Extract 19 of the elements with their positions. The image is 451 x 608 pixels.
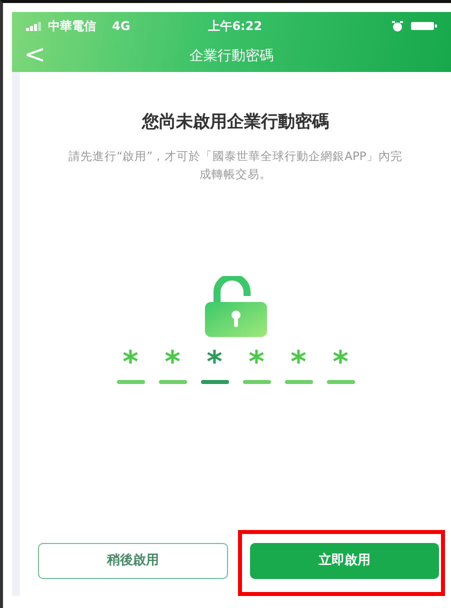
back-button[interactable]: < [24, 40, 46, 70]
enable-later-button[interactable]: 稍後啟用 [38, 543, 228, 579]
pin-asterisk: * [122, 348, 138, 374]
pin-asterisk: * [290, 348, 306, 374]
battery-icon [411, 21, 437, 31]
network-type: 4G [112, 18, 130, 35]
heading: 您尚未啟用企業行動密碼 [142, 112, 329, 132]
pin-asterisk: * [206, 348, 222, 374]
carrier-name: 中華電信 [48, 18, 96, 35]
unlocked-padlock-icon [202, 276, 268, 338]
enable-now-button[interactable]: 立即啟用 [250, 543, 439, 579]
pin-asterisk: * [248, 348, 264, 374]
page-title: 企業行動密碼 [190, 46, 274, 66]
signal-icon [26, 22, 44, 30]
pin-asterisk: * [164, 348, 180, 374]
message-text: 請先進行“啟用”，才可於「國泰世華全球行動企網銀APP」內完成轉帳交易。 [68, 148, 404, 184]
pin-asterisk: * [332, 348, 348, 374]
alarm-icon [392, 20, 403, 32]
clock-time: 上午6:22 [208, 18, 262, 35]
